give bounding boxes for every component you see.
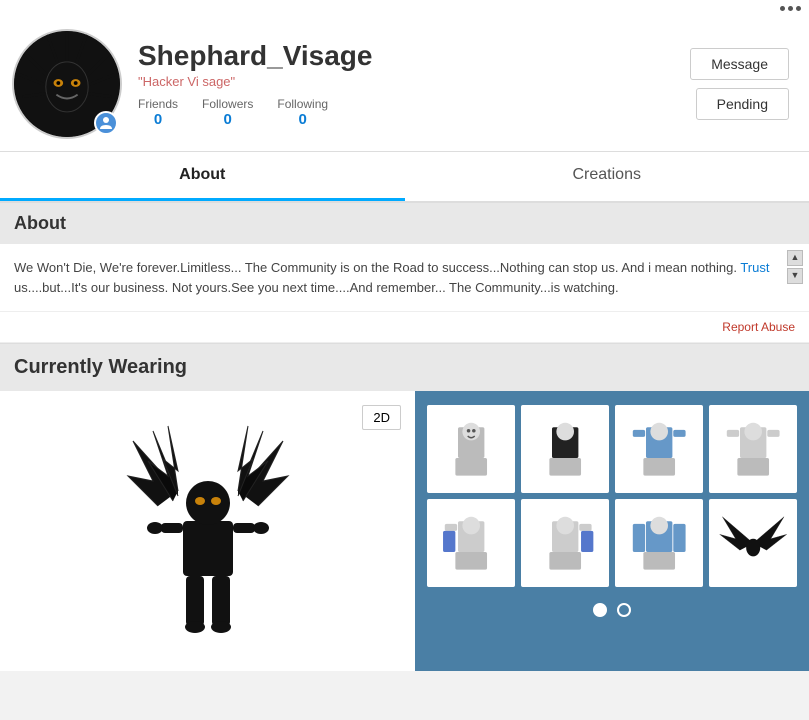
avatar-wrap: [12, 29, 122, 139]
item-thumb-7[interactable]: [615, 499, 703, 587]
bio-trust-link[interactable]: Trust: [740, 260, 769, 275]
followers-count: 0: [202, 111, 253, 128]
wearing-preview: 2D: [0, 391, 415, 671]
view-2d-button[interactable]: 2D: [362, 405, 401, 430]
carousel-dots: [427, 603, 797, 617]
avatar-illustration: [123, 421, 293, 641]
menu-dot-2: [788, 6, 793, 11]
items-grid: [427, 405, 797, 587]
friends-stat[interactable]: Friends 0: [138, 97, 178, 128]
wearing-items-panel: [415, 391, 809, 671]
message-button[interactable]: Message: [690, 48, 789, 80]
tabs-bar: About Creations: [0, 152, 809, 202]
profile-actions: Message Pending: [690, 48, 789, 120]
item-thumb-6[interactable]: [521, 499, 609, 587]
following-count: 0: [277, 111, 328, 128]
followers-stat[interactable]: Followers 0: [202, 97, 253, 128]
scroll-down-btn[interactable]: ▼: [787, 268, 803, 284]
avatar-3d-image: [123, 421, 293, 651]
profile-username: Shephard_Visage: [138, 40, 690, 72]
stats-row: Friends 0 Followers 0 Following 0: [138, 97, 690, 128]
bio-scrollbar: ▲ ▼: [787, 250, 803, 284]
wearing-body: 2D: [0, 391, 809, 671]
bio-area: We Won't Die, We're forever.Limitless...…: [0, 244, 809, 312]
item-thumb-4[interactable]: [709, 405, 797, 493]
item-thumb-1[interactable]: [427, 405, 515, 493]
following-stat[interactable]: Following 0: [277, 97, 328, 128]
bio-text-before: We Won't Die, We're forever.Limitless...…: [14, 260, 740, 275]
report-abuse-button[interactable]: Report Abuse: [722, 320, 795, 334]
bio-text-after: us....but...It's our business. Not yours…: [14, 280, 619, 295]
item-thumb-3[interactable]: [615, 405, 703, 493]
top-dots-bar: [0, 0, 809, 17]
carousel-dot-2[interactable]: [617, 603, 631, 617]
person-icon: [99, 116, 113, 130]
avatar-badge: [94, 111, 118, 135]
scroll-up-btn[interactable]: ▲: [787, 250, 803, 266]
following-label: Following: [277, 97, 328, 111]
report-abuse-row: Report Abuse: [0, 312, 809, 343]
friends-label: Friends: [138, 97, 178, 111]
about-section-header: About: [0, 202, 809, 244]
tab-creations[interactable]: Creations: [405, 152, 809, 201]
menu-dot-1: [780, 6, 785, 11]
pending-button[interactable]: Pending: [696, 88, 789, 120]
followers-label: Followers: [202, 97, 253, 111]
profile-info: Shephard_Visage "Hacker Vi sage" Friends…: [122, 40, 690, 128]
profile-header: Shephard_Visage "Hacker Vi sage" Friends…: [0, 17, 809, 152]
tab-about[interactable]: About: [0, 152, 405, 201]
item-thumb-2[interactable]: [521, 405, 609, 493]
profile-tagline: "Hacker Vi sage": [138, 74, 690, 89]
item-thumb-8[interactable]: [709, 499, 797, 587]
friends-count: 0: [138, 111, 178, 128]
item-thumb-5[interactable]: [427, 499, 515, 587]
menu-dot-3: [796, 6, 801, 11]
carousel-dot-1[interactable]: [593, 603, 607, 617]
wearing-section-header: Currently Wearing: [0, 343, 809, 391]
